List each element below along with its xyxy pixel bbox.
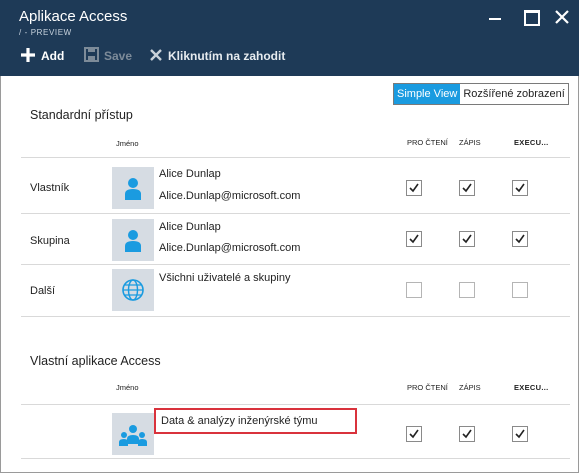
name-column-header: Jméno [116,139,139,148]
discard-label: Kliknutím na zahodit [168,49,286,63]
custom-group-name-field[interactable]: Data & analýzy inženýrské týmu [154,408,357,434]
row-label-owner: Vlastník [30,182,70,194]
discard-icon [149,48,163,65]
divider [21,316,570,317]
divider [21,264,570,265]
save-button[interactable]: Save [84,45,132,67]
write-column-header: ZÁPIS [459,138,481,147]
command-bar: Add Save Kliknutím na zahodit [0,45,579,67]
close-icon[interactable] [553,8,571,26]
owner-write-checkbox[interactable] [459,180,475,196]
custom-access-title: Vlastní aplikace Access [30,354,161,368]
blade-subtitle: / - PREVIEW [19,28,72,37]
group-email: Alice.Dunlap@microsoft.com [159,242,301,254]
user-icon [112,219,154,261]
custom-execute-checkbox[interactable] [512,426,528,442]
others-execute-checkbox[interactable] [512,282,528,298]
divider [21,404,570,405]
divider [21,157,570,158]
add-button[interactable]: Add [20,45,64,67]
user-icon [112,167,154,209]
read-column-header: PRO ČTENÍ [407,138,448,147]
plus-icon [20,47,36,66]
others-name: Všichni uživatelé a skupiny [159,272,291,284]
globe-icon [112,269,154,311]
owner-email: Alice.Dunlap@microsoft.com [159,190,301,202]
add-label: Add [41,49,65,63]
simple-view-button[interactable]: Simple View [394,84,461,104]
custom-group-name-value: Data & analýzy inženýrské týmu [161,415,318,427]
group-write-checkbox[interactable] [459,231,475,247]
view-toggle: Simple View Rozšířené zobrazení [393,83,569,105]
standard-access-title: Standardní přístup [30,108,133,122]
others-write-checkbox[interactable] [459,282,475,298]
advanced-view-button[interactable]: Rozšířené zobrazení [460,84,568,104]
write-column-header: ZÁPIS [459,383,481,392]
row-label-group: Skupina [30,235,70,247]
group-icon [112,413,154,455]
name-column-header: Jméno [116,383,139,392]
blade-title: Aplikace Access [19,8,128,25]
save-icon [84,47,99,65]
discard-button[interactable]: Kliknutím na zahodit [149,45,285,67]
custom-write-checkbox[interactable] [459,426,475,442]
row-label-other: Další [30,285,56,297]
owner-read-checkbox[interactable] [406,180,422,196]
divider [21,213,570,214]
owner-execute-checkbox[interactable] [512,180,528,196]
execute-column-header: EXECU... [514,383,549,392]
blade-header: Aplikace Access / - PREVIEW Add Save Kli… [0,0,579,76]
divider [21,458,570,459]
custom-read-checkbox[interactable] [406,426,422,442]
execute-column-header: EXECU... [514,138,549,147]
owner-name: Alice Dunlap [159,168,221,180]
read-column-header: PRO ČTENÍ [407,383,448,392]
maximize-icon[interactable] [522,8,540,26]
minimize-icon[interactable] [487,8,505,26]
group-name: Alice Dunlap [159,221,221,233]
others-read-checkbox[interactable] [406,282,422,298]
group-read-checkbox[interactable] [406,231,422,247]
save-label: Save [104,49,133,63]
group-execute-checkbox[interactable] [512,231,528,247]
